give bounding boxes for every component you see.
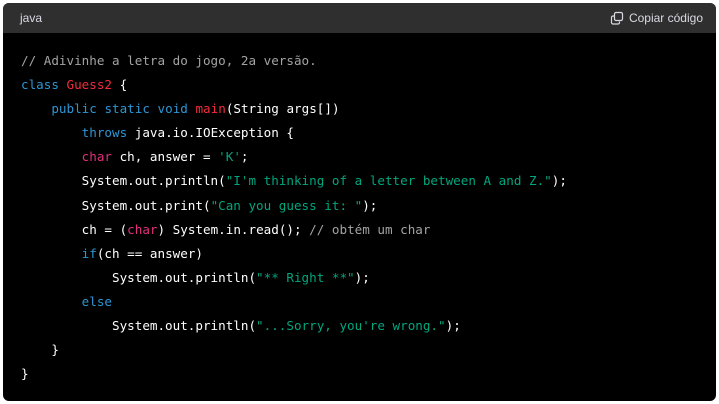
code-token-plain: System.out.print( bbox=[21, 197, 211, 213]
copy-icon bbox=[610, 11, 624, 25]
code-token-keyword: class bbox=[21, 77, 59, 93]
code-line: System.out.println("I'm thinking of a le… bbox=[21, 169, 716, 193]
code-token-comment: // Adivinhe a letra do jogo, 2a versão. bbox=[21, 53, 317, 68]
code-token-plain: { bbox=[112, 77, 128, 93]
code-line: class Guess2 { bbox=[21, 73, 716, 97]
code-line: } bbox=[21, 338, 716, 362]
language-label: java bbox=[20, 11, 43, 25]
code-token-plain: ch = ( bbox=[21, 221, 128, 237]
code-token-plain: ); bbox=[354, 269, 370, 285]
code-token-string: "...Sorry, you're wrong." bbox=[256, 318, 446, 334]
code-block-header: java Copiar código bbox=[3, 3, 716, 33]
code-token-plain: System.out.println( bbox=[21, 318, 257, 334]
code-token-plain: System.out.println( bbox=[21, 173, 226, 189]
code-line: ch = (char) System.in.read(); // obtém u… bbox=[21, 218, 716, 242]
code-line: // Adivinhe a letra do jogo, 2a versão. bbox=[21, 49, 716, 73]
code-line: throws java.io.IOException { bbox=[21, 121, 716, 145]
code-token-plain: System.out.println( bbox=[21, 269, 257, 285]
code-token-plain: (String args[]) bbox=[225, 101, 340, 117]
code-token-type: char bbox=[81, 149, 113, 165]
code-token-keyword: if bbox=[81, 245, 97, 261]
code-line: } bbox=[21, 362, 716, 386]
code-token-type: char bbox=[127, 221, 158, 237]
code-token-plain: } bbox=[21, 366, 29, 382]
code-token-keyword: static bbox=[104, 101, 150, 117]
code-token-string: "Can you guess it: " bbox=[210, 197, 363, 213]
code-line: public static void main(String args[]) bbox=[21, 97, 716, 121]
code-token-comment: // obtém um char bbox=[309, 221, 431, 237]
code-token-keyword: throws bbox=[81, 125, 128, 141]
code-token-plain: } bbox=[21, 342, 59, 358]
code-area: // Adivinhe a letra do jogo, 2a versão. c… bbox=[3, 33, 716, 386]
code-token-string: 'K' bbox=[218, 149, 241, 165]
code-token-plain: ); bbox=[445, 318, 461, 334]
code-token-plain: ); bbox=[362, 197, 378, 213]
code-token-string: "** Right **" bbox=[256, 269, 355, 285]
copy-code-button[interactable]: Copiar código bbox=[610, 11, 703, 25]
code-token-keyword: void bbox=[157, 101, 188, 117]
code-token-title: Guess2 bbox=[66, 77, 113, 93]
code-token-plain: ; bbox=[240, 149, 249, 165]
code-token-plain: (ch == answer) bbox=[96, 245, 203, 261]
code-token-plain: ); bbox=[551, 173, 567, 189]
code-token-keyword: public bbox=[51, 101, 97, 117]
code-line: char ch, answer = 'K'; bbox=[21, 145, 716, 169]
code-line: System.out.println("...Sorry, you're wro… bbox=[21, 314, 716, 338]
code-content: // Adivinhe a letra do jogo, 2a versão. c… bbox=[21, 49, 716, 386]
code-line: else bbox=[21, 290, 716, 314]
code-line: System.out.print("Can you guess it: "); bbox=[21, 194, 716, 218]
copy-code-label: Copiar código bbox=[628, 11, 703, 25]
code-line: System.out.println("** Right **"); bbox=[21, 266, 716, 290]
code-line: if(ch == answer) bbox=[21, 242, 716, 266]
code-lines: // Adivinhe a letra do jogo, 2a versão. c… bbox=[21, 49, 716, 386]
code-block: java Copiar código // Adivinhe a letra d… bbox=[3, 3, 716, 401]
code-token-string: "I'm thinking of a letter between A and … bbox=[225, 173, 552, 189]
code-token-title: main bbox=[195, 101, 226, 117]
code-token-plain: java.io.IOException { bbox=[127, 125, 294, 141]
code-token-plain: ) System.in.read(); bbox=[157, 221, 310, 237]
code-token-keyword: else bbox=[81, 293, 113, 309]
code-token-plain: ch, answer = bbox=[112, 149, 219, 165]
